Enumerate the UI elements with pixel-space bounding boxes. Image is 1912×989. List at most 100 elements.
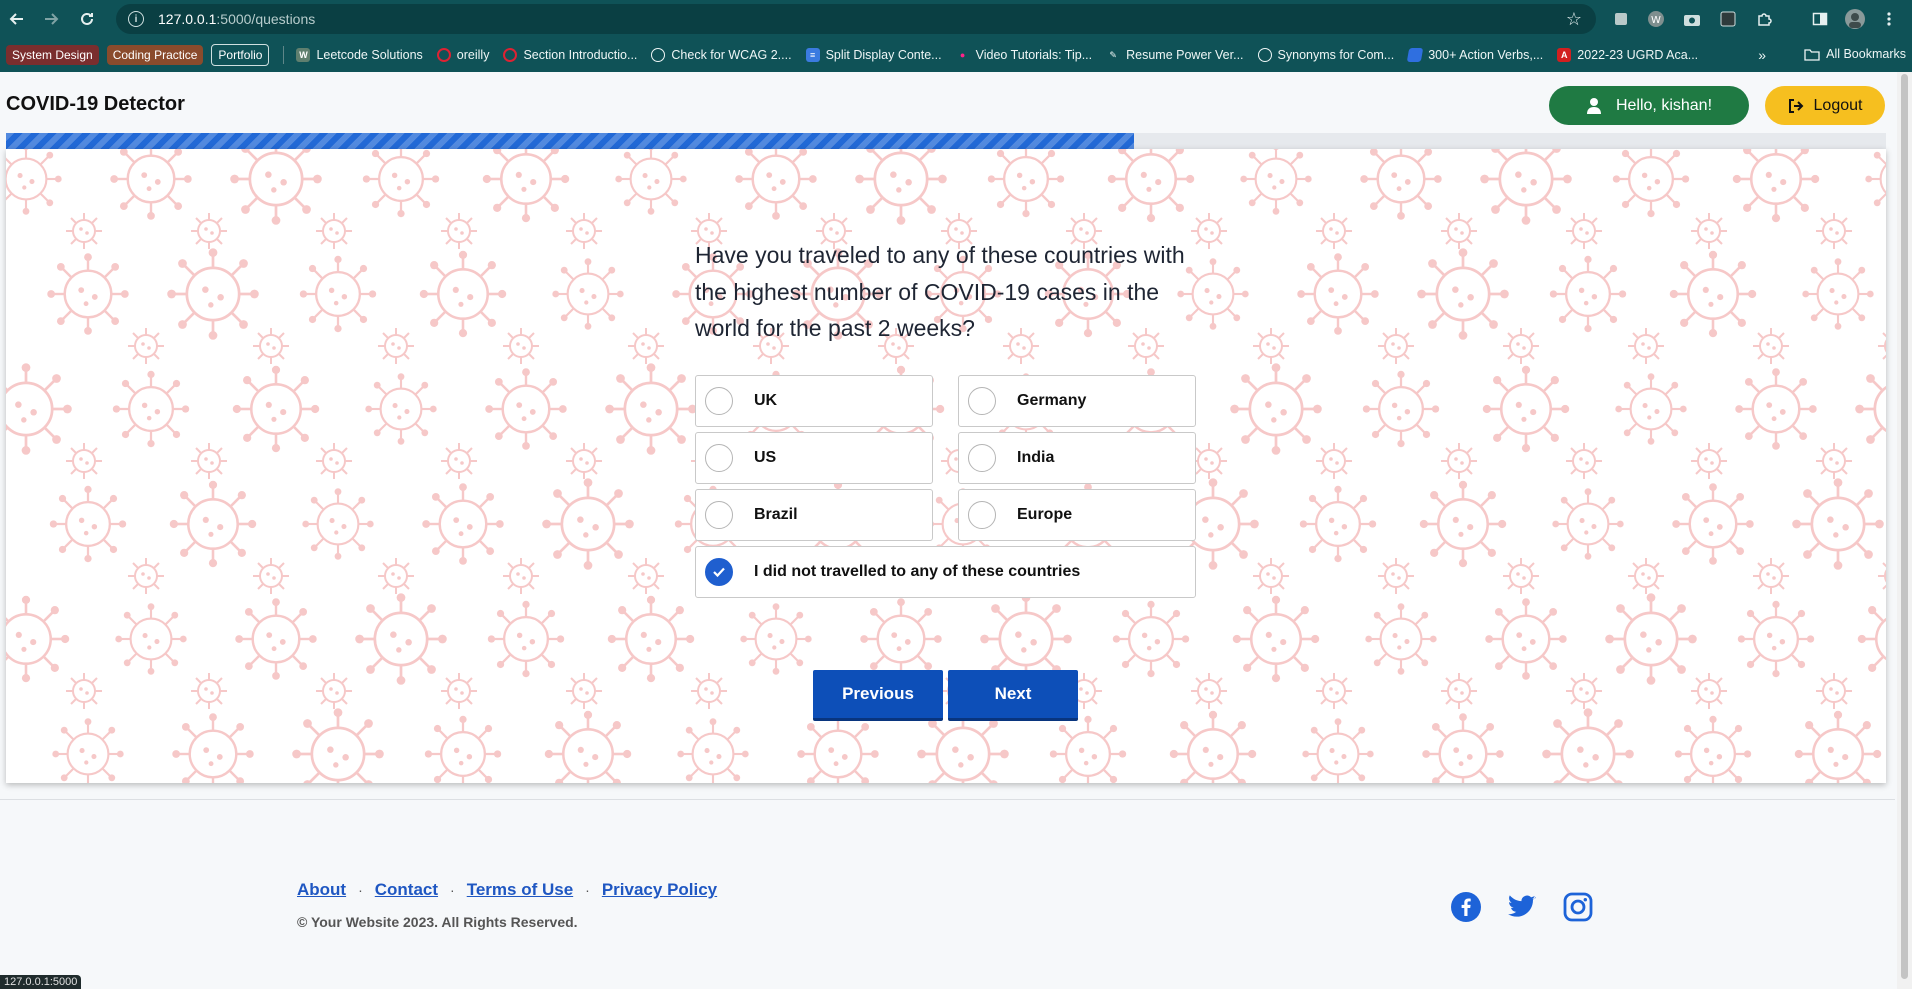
globe-icon (1257, 48, 1272, 62)
bookmark-item[interactable]: ● Video Tutorials: Tip... (956, 48, 1092, 62)
progress-fill (6, 133, 1134, 149)
question-card: Have you traveled to any of these countr… (6, 149, 1886, 783)
radio-button[interactable] (705, 501, 733, 529)
virus-motif (1478, 149, 1574, 227)
copyright-text: © Your Website 2023. All Rights Reserved… (297, 914, 578, 930)
virus-motif (1551, 487, 1625, 561)
option-uk[interactable]: UK (695, 375, 933, 427)
next-button[interactable]: Next (948, 670, 1078, 721)
virus-motif (1603, 591, 1699, 687)
back-icon[interactable] (0, 2, 34, 36)
bookmark-folder-portfolio[interactable]: Portfolio (211, 44, 270, 66)
radio-button[interactable] (705, 387, 733, 415)
option-none[interactable]: I did not travelled to any of these coun… (695, 546, 1196, 598)
option-germany[interactable]: Germany (958, 375, 1196, 427)
option-brazil[interactable]: Brazil (695, 489, 933, 541)
address-bar[interactable]: i 127.0.0.1:5000/questions ☆ (116, 4, 1596, 34)
bookmark-item[interactable]: Synonyms for Com... (1257, 48, 1395, 62)
scroll-thumb[interactable] (1901, 74, 1908, 979)
option-label: India (1017, 449, 1055, 466)
profile-avatar[interactable] (1843, 7, 1867, 31)
virus-motif (1301, 717, 1375, 783)
radio-button[interactable] (705, 444, 733, 472)
bookmark-item[interactable]: Section Introductio... (503, 48, 637, 62)
bookmark-folder-coding-practice[interactable]: Coding Practice (106, 45, 204, 65)
forward-icon[interactable] (34, 2, 68, 36)
radio-button[interactable] (968, 501, 996, 529)
page-scrollbar[interactable] (1897, 72, 1912, 989)
extension-icon[interactable] (1609, 7, 1633, 31)
virus-motif-small (1877, 327, 1886, 365)
radio-button[interactable] (968, 387, 996, 415)
logout-button[interactable]: Logout (1765, 86, 1885, 125)
virus-motif (301, 487, 375, 561)
folder-icon (1804, 49, 1820, 61)
bookmark-label: Synonyms for Com... (1277, 48, 1395, 62)
footer-link-about[interactable]: About (297, 880, 346, 900)
bookmark-label: oreilly (456, 48, 490, 62)
reload-icon[interactable] (70, 2, 104, 36)
bookmark-item[interactable]: 300+ Action Verbs,... (1407, 48, 1543, 62)
virus-motif-small (1377, 557, 1415, 595)
virus-motif (51, 717, 125, 783)
virus-motif (1731, 149, 1821, 224)
bookmarks-overflow-icon[interactable]: » (1758, 47, 1766, 63)
camera-icon[interactable] (1680, 7, 1704, 31)
bookmark-item[interactable]: A 2022-23 UGRD Aca... (1557, 48, 1698, 62)
virus-motif-small (1190, 442, 1228, 480)
virus-motif (1418, 479, 1508, 569)
footer-link-privacy[interactable]: Privacy Policy (602, 880, 717, 900)
virus-motif (540, 476, 636, 572)
radio-button[interactable] (705, 558, 733, 586)
virus-motif (1673, 714, 1753, 783)
previous-button[interactable]: Previous (813, 670, 943, 721)
extension-dark-icon[interactable] (1716, 7, 1740, 31)
footer-link-contact[interactable]: Contact (375, 880, 438, 900)
globe-icon (651, 48, 666, 62)
bookmark-label: Split Display Conte... (825, 48, 942, 62)
virus-motif-small (1752, 327, 1790, 365)
footer-separator: · (585, 882, 590, 898)
bookmark-star-icon[interactable]: ☆ (1566, 9, 1582, 30)
all-bookmarks-button[interactable]: All Bookmarks (1804, 47, 1906, 61)
option-us[interactable]: US (695, 432, 933, 484)
virus-motif (1296, 252, 1380, 336)
bookmark-item[interactable]: ≡ Split Display Conte... (805, 48, 942, 62)
svg-text:W: W (1651, 15, 1661, 26)
virus-motif (114, 602, 188, 676)
instagram-icon[interactable] (1562, 891, 1594, 923)
virus-motif (676, 717, 750, 783)
bookmark-item[interactable]: Check for WCAG 2.... (651, 48, 792, 62)
virus-motif (6, 361, 74, 457)
virus-motif (1484, 597, 1568, 681)
twitter-icon[interactable] (1506, 891, 1538, 923)
virus-motif-small (190, 212, 228, 250)
bookmark-item[interactable]: ✎ Resume Power Ver... (1106, 48, 1243, 62)
menu-kebab-icon[interactable] (1877, 7, 1901, 31)
radio-button[interactable] (968, 444, 996, 472)
virus-motif-small (627, 557, 665, 595)
site-info-icon[interactable]: i (128, 11, 144, 27)
virus-motif (1361, 369, 1441, 449)
facebook-icon[interactable] (1450, 891, 1482, 923)
virus-motif (606, 594, 696, 684)
side-panel-icon[interactable] (1808, 7, 1832, 31)
user-greeting-button[interactable]: Hello, kishan! (1549, 86, 1749, 125)
virus-motif (228, 149, 324, 227)
option-europe[interactable]: Europe (958, 489, 1196, 541)
puzzle-icon[interactable] (1752, 7, 1776, 31)
virus-motif (109, 149, 193, 221)
status-url: 127.0.0.1:5000 (0, 975, 82, 989)
check-icon (713, 567, 725, 578)
greeting-label: Hello, kishan! (1615, 96, 1713, 114)
bookmark-item[interactable]: W Leetcode Solutions (296, 48, 423, 62)
option-india[interactable]: India (958, 432, 1196, 484)
extension-w-icon[interactable]: W (1644, 7, 1668, 31)
bookmark-item[interactable]: oreilly (436, 48, 490, 62)
virus-motif-small (315, 442, 353, 480)
app-title: COVID-19 Detector (6, 93, 185, 115)
bookmark-folder-system-design[interactable]: System Design (6, 45, 99, 65)
footer-link-terms[interactable]: Terms of Use (467, 880, 573, 900)
virus-motif (739, 602, 813, 676)
virus-motif (1415, 246, 1511, 342)
